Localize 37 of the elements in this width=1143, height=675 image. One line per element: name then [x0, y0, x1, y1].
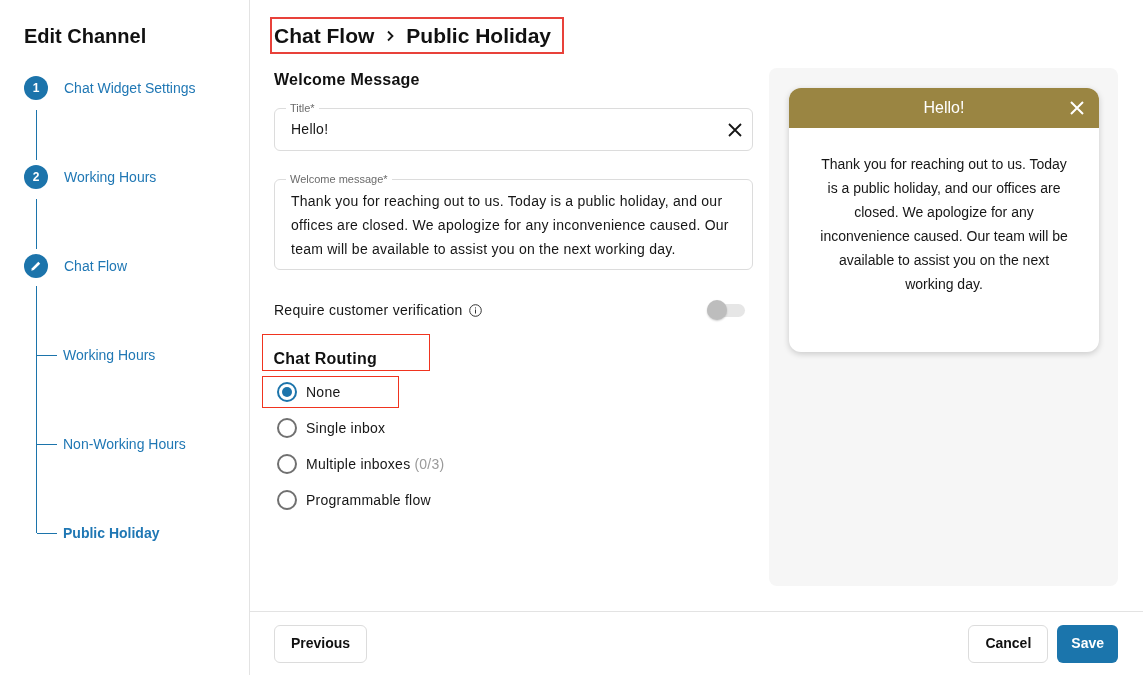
- cancel-button[interactable]: Cancel: [968, 624, 1049, 663]
- setting-label: Require customer verification: [274, 300, 463, 320]
- widget-message: Thank you for reaching out to us. Today is a public holiday, and our offices are closed. We apologize for any inconvenience caused. Our team will be available to assist you on the next working day.: [819, 155, 1069, 294]
- breadcrumb-item[interactable]: Chat Flow: [274, 21, 375, 50]
- toggle-switch[interactable]: [707, 300, 745, 320]
- radio-button[interactable]: [277, 418, 297, 438]
- radio-button[interactable]: [277, 490, 297, 510]
- substep-link[interactable]: Non-Working Hours: [63, 433, 186, 455]
- radio-button[interactable]: [277, 382, 297, 402]
- sidebar-title: Edit Channel: [24, 24, 147, 49]
- option-label[interactable]: Multiple inboxes: [306, 453, 411, 475]
- step-link[interactable]: Working Hours: [64, 166, 157, 188]
- section-heading: Welcome Message: [274, 70, 420, 90]
- chevron-right-icon: [385, 29, 396, 42]
- pencil-icon: [24, 254, 48, 278]
- step-link[interactable]: Chat Widget Settings: [64, 77, 196, 99]
- substep-link[interactable]: Working Hours: [63, 344, 156, 366]
- close-icon[interactable]: [728, 122, 742, 137]
- step-number-badge: 1: [24, 76, 48, 100]
- field-label: Welcome message*: [286, 173, 392, 186]
- section-heading: Chat Routing: [273, 349, 377, 369]
- field-value: Thank you for reaching out to us. Today is a public holiday, and our offices are closed. We apologize for any inconvenience caused. Our team will be available to assist you on the next working day.: [291, 192, 730, 259]
- option-label[interactable]: Single inbox: [306, 417, 386, 439]
- info-icon: [468, 303, 482, 317]
- option-label[interactable]: Programmable flow: [306, 489, 431, 511]
- field-value: Hello!: [291, 120, 329, 139]
- breadcrumb-item: Public Holiday: [406, 22, 552, 49]
- previous-button[interactable]: Previous: [274, 624, 368, 663]
- widget-title: Hello!: [923, 98, 965, 118]
- step-number-badge: 2: [24, 165, 48, 189]
- option-count: (0/3): [414, 454, 445, 474]
- option-label[interactable]: None: [306, 381, 341, 403]
- field-label: Title*: [286, 102, 319, 115]
- save-button[interactable]: Save: [1057, 624, 1118, 663]
- step-link[interactable]: Chat Flow: [64, 255, 128, 277]
- radio-button[interactable]: [277, 454, 297, 474]
- substep-link[interactable]: Public Holiday: [63, 522, 160, 544]
